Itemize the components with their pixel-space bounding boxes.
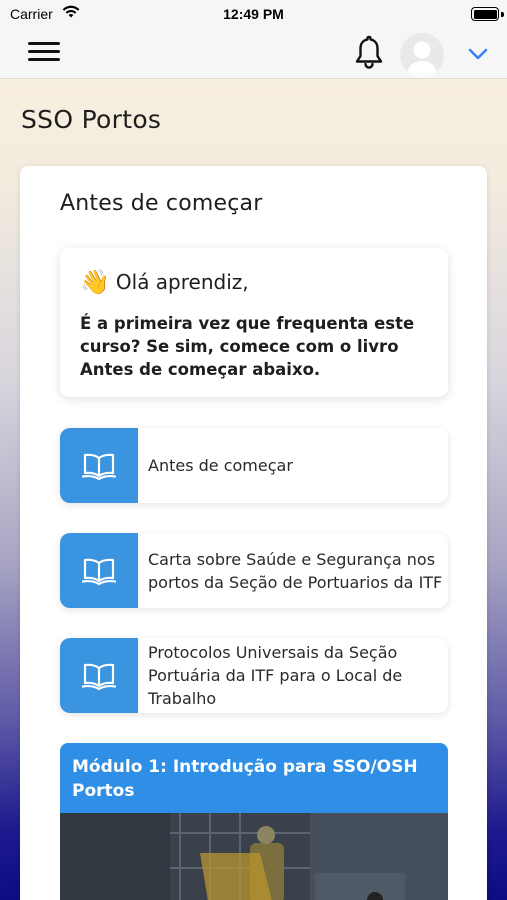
module-cover-image — [60, 813, 448, 900]
waving-hand-icon: 👋 — [80, 268, 110, 296]
notifications-button[interactable] — [352, 33, 386, 71]
clock: 12:49 PM — [223, 6, 284, 22]
user-icon — [406, 41, 438, 77]
page-title: SSO Portos — [21, 105, 162, 134]
book-label: Carta sobre Saúde e Segurança nos portos… — [148, 549, 443, 592]
welcome-message: É a primeira vez que frequenta este curs… — [80, 314, 415, 379]
port-illustration — [60, 813, 448, 900]
module-1-card[interactable]: Módulo 1: Introdução para SSO/OSH Portos — [60, 743, 448, 900]
book-open-icon — [82, 453, 116, 480]
battery-icon — [471, 7, 499, 21]
account-dropdown-button[interactable] — [466, 44, 490, 64]
nav-bar — [0, 30, 507, 79]
bell-icon — [355, 35, 383, 69]
chevron-down-icon — [468, 48, 488, 60]
battery-cap — [501, 12, 504, 17]
welcome-box: 👋 Olá aprendiz, É a primeira vez que fre… — [60, 248, 448, 397]
book-label: Protocolos Universais da Seção Portuária… — [148, 643, 403, 708]
section-title: Antes de começar — [60, 191, 263, 216]
hamburger-icon — [28, 42, 62, 61]
book-antes-de-comecar[interactable]: Antes de começar — [60, 428, 448, 503]
greeting-text: Olá aprendiz, — [115, 270, 249, 294]
user-avatar[interactable] — [400, 33, 444, 77]
greeting: 👋 Olá aprendiz, — [80, 270, 249, 294]
module-title: Módulo 1: Introdução para SSO/OSH Portos — [60, 743, 448, 813]
book-open-icon — [82, 663, 116, 690]
menu-button[interactable] — [28, 42, 62, 68]
book-icon-box — [60, 428, 138, 503]
book-carta-saude-seguranca[interactable]: Carta sobre Saúde e Segurança nos portos… — [60, 533, 448, 608]
book-icon-box — [60, 533, 138, 608]
status-bar: Carrier 12:49 PM — [0, 0, 507, 30]
book-label: Antes de começar — [148, 456, 293, 475]
book-icon-box — [60, 638, 138, 713]
book-protocolos-universais[interactable]: Protocolos Universais da Seção Portuária… — [60, 638, 448, 713]
course-card: Antes de começar 👋 Olá aprendiz, É a pri… — [20, 166, 487, 900]
book-open-icon — [82, 558, 116, 585]
